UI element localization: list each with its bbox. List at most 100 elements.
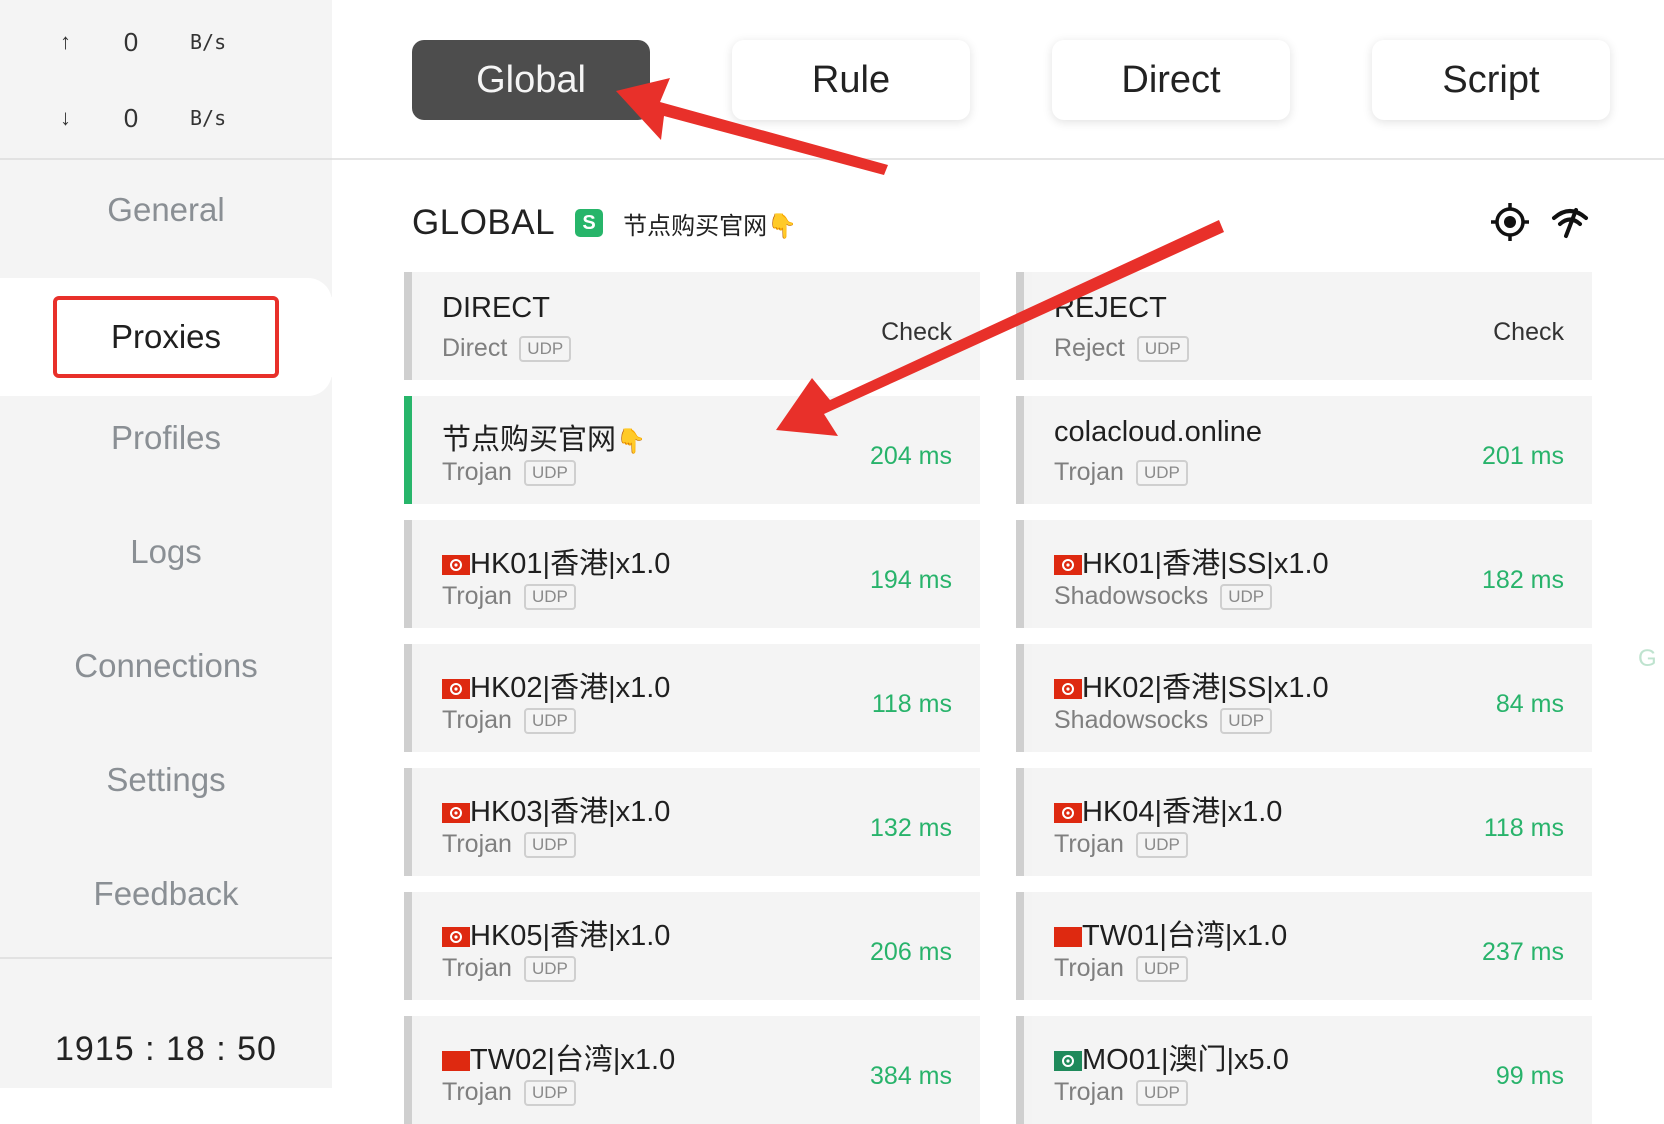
proxy-card-body: MO01|澳门|x5.0 Trojan UDP 99 ms — [1032, 1016, 1592, 1124]
proxy-name-text: TW01|台湾|x1.0 — [1082, 920, 1288, 952]
mode-tab-rule[interactable]: Rule — [732, 40, 970, 120]
proxy-card[interactable]: HK02|香港|SS|x1.0 Shadowsocks UDP 84 ms — [1016, 644, 1592, 752]
proxy-latency: 118 ms — [871, 690, 952, 718]
proxy-card-bar — [1016, 644, 1024, 752]
proxy-name-text: HK04|香港|x1.0 — [1082, 796, 1283, 828]
download-arrow-icon: ↓ — [60, 105, 71, 130]
sidebar-item-label: General — [107, 191, 225, 228]
upload-speed-value: 0 — [123, 26, 139, 57]
edge-letter: G — [1638, 645, 1657, 672]
proxy-type: Shadowsocks — [1054, 706, 1209, 734]
proxy-card[interactable]: TW02|台湾|x1.0 Trojan UDP 384 ms — [404, 1016, 980, 1124]
check-latency-button[interactable]: Check — [881, 318, 952, 347]
flag-hk-icon — [442, 796, 470, 828]
proxy-card[interactable]: HK01|香港|x1.0 Trojan UDP 194 ms — [404, 520, 980, 628]
proxy-type-row: Direct UDP — [442, 334, 572, 363]
proxy-latency: 194 ms — [870, 566, 952, 594]
proxy-latency: 206 ms — [870, 938, 952, 966]
udp-badge: UDP — [523, 583, 576, 610]
sidebar-item-label: Logs — [130, 533, 202, 570]
proxy-latency: 384 ms — [870, 1062, 952, 1090]
proxy-name: HK04|香港|x1.0 — [1054, 788, 1282, 830]
udp-badge: UDP — [523, 955, 576, 982]
proxy-card[interactable]: HK05|香港|x1.0 Trojan UDP 206 ms — [404, 892, 980, 1000]
proxy-name: HK01|香港|x1.0 — [442, 540, 670, 582]
proxy-card-body: HK04|香港|x1.0 Trojan UDP 118 ms — [1032, 768, 1592, 876]
proxy-card-bar — [1016, 520, 1024, 628]
flag-hk-icon — [1054, 796, 1082, 828]
sidebar-item-connections[interactable]: Connections — [0, 626, 332, 706]
proxy-card[interactable]: DIRECT Direct UDP Check — [404, 272, 980, 380]
proxy-name-text: HK01|香港|x1.0 — [470, 548, 671, 580]
proxy-name-text: MO01|澳门|x5.0 — [1082, 1044, 1289, 1076]
mode-tab-script[interactable]: Script — [1372, 40, 1610, 120]
proxy-card-bar — [1016, 892, 1024, 1000]
sidebar-item-settings[interactable]: Settings — [0, 740, 332, 820]
proxy-card-body: 节点购买官网👇 Trojan UDP 204 ms — [420, 396, 980, 504]
pointing-hand-icon: 👇 — [616, 428, 646, 455]
proxy-card-body: HK05|香港|x1.0 Trojan UDP 206 ms — [420, 892, 980, 1000]
sidebar-item-label: Proxies — [52, 296, 280, 378]
proxy-latency: 182 ms — [1482, 566, 1564, 594]
locate-icon[interactable] — [1488, 200, 1532, 244]
mode-tab-direct[interactable]: Direct — [1052, 40, 1290, 120]
proxy-card-bar — [404, 520, 412, 628]
proxy-card[interactable]: HK02|香港|x1.0 Trojan UDP 118 ms — [404, 644, 980, 752]
proxy-type: Trojan — [442, 706, 512, 734]
proxy-card-bar — [404, 768, 412, 876]
proxy-name-text: REJECT — [1054, 292, 1167, 324]
proxy-name: HK01|香港|SS|x1.0 — [1054, 540, 1329, 582]
uptime-clock: 1915 : 18 : 50 — [55, 1030, 277, 1068]
flag-tw-icon — [1054, 920, 1082, 952]
proxy-card-bar — [1016, 396, 1024, 504]
download-speed-value: 0 — [123, 102, 139, 133]
proxy-name-text: HK02|香港|x1.0 — [470, 672, 671, 704]
proxy-card-body: HK01|香港|x1.0 Trojan UDP 194 ms — [420, 520, 980, 628]
sidebar-item-feedback[interactable]: Feedback — [0, 854, 332, 934]
check-latency-button[interactable]: Check — [1493, 318, 1564, 347]
proxy-latency: 237 ms — [1482, 938, 1564, 966]
proxy-card-body: HK02|香港|SS|x1.0 Shadowsocks UDP 84 ms — [1032, 644, 1592, 752]
proxy-group-current-label: 节点购买官网 — [623, 212, 768, 240]
proxy-card[interactable]: HK04|香港|x1.0 Trojan UDP 118 ms — [1016, 768, 1592, 876]
udp-badge: UDP — [523, 1079, 576, 1106]
proxy-name: REJECT — [1054, 292, 1167, 325]
udp-badge: UDP — [519, 335, 572, 362]
proxy-card-bar — [1016, 768, 1024, 876]
proxy-type: Reject — [1054, 334, 1125, 362]
udp-badge: UDP — [1135, 955, 1188, 982]
proxy-name-text: DIRECT — [442, 292, 550, 324]
proxy-name: 节点购买官网👇 — [442, 416, 646, 458]
mode-tab-global[interactable]: Global — [412, 40, 650, 120]
sidebar-item-general[interactable]: General — [0, 170, 332, 250]
proxy-card[interactable]: 节点购买官网👇 Trojan UDP 204 ms — [404, 396, 980, 504]
sidebar-item-profiles[interactable]: Profiles — [0, 398, 332, 478]
proxy-card[interactable]: TW01|台湾|x1.0 Trojan UDP 237 ms — [1016, 892, 1592, 1000]
proxy-latency: 84 ms — [1495, 690, 1564, 718]
proxy-card[interactable]: REJECT Reject UDP Check — [1016, 272, 1592, 380]
mode-tab-label: Rule — [811, 58, 891, 101]
sidebar-item-logs[interactable]: Logs — [0, 512, 332, 592]
proxy-card[interactable]: colacloud.online Trojan UDP 201 ms — [1016, 396, 1592, 504]
sidebar-item-label: Profiles — [110, 419, 222, 456]
proxy-card[interactable]: MO01|澳门|x5.0 Trojan UDP 99 ms — [1016, 1016, 1592, 1124]
proxy-type-row: Trojan UDP — [442, 954, 576, 983]
proxy-type: Trojan — [442, 582, 512, 610]
proxy-type-row: Shadowsocks UDP — [1054, 582, 1273, 611]
proxy-name: HK03|香港|x1.0 — [442, 788, 670, 830]
proxy-latency: 204 ms — [870, 442, 952, 470]
proxy-group-name: GLOBAL — [412, 203, 556, 242]
latency-test-icon[interactable] — [1548, 200, 1592, 244]
proxy-card[interactable]: HK01|香港|SS|x1.0 Shadowsocks UDP 182 ms — [1016, 520, 1592, 628]
proxy-card[interactable]: HK03|香港|x1.0 Trojan UDP 132 ms — [404, 768, 980, 876]
sidebar-divider-bottom — [0, 957, 332, 959]
proxy-type-row: Trojan UDP — [442, 1078, 576, 1107]
proxy-latency: 201 ms — [1482, 442, 1564, 470]
sidebar-item-label: Connections — [74, 647, 258, 684]
proxy-name: TW01|台湾|x1.0 — [1054, 912, 1287, 954]
mode-tab-label: Direct — [1121, 58, 1221, 101]
proxy-type-row: Trojan UDP — [1054, 458, 1188, 487]
proxy-name: TW02|台湾|x1.0 — [442, 1036, 675, 1078]
proxy-name-text: 节点购买官网 — [442, 424, 617, 456]
sidebar-item-proxies[interactable]: Proxies — [0, 296, 332, 378]
